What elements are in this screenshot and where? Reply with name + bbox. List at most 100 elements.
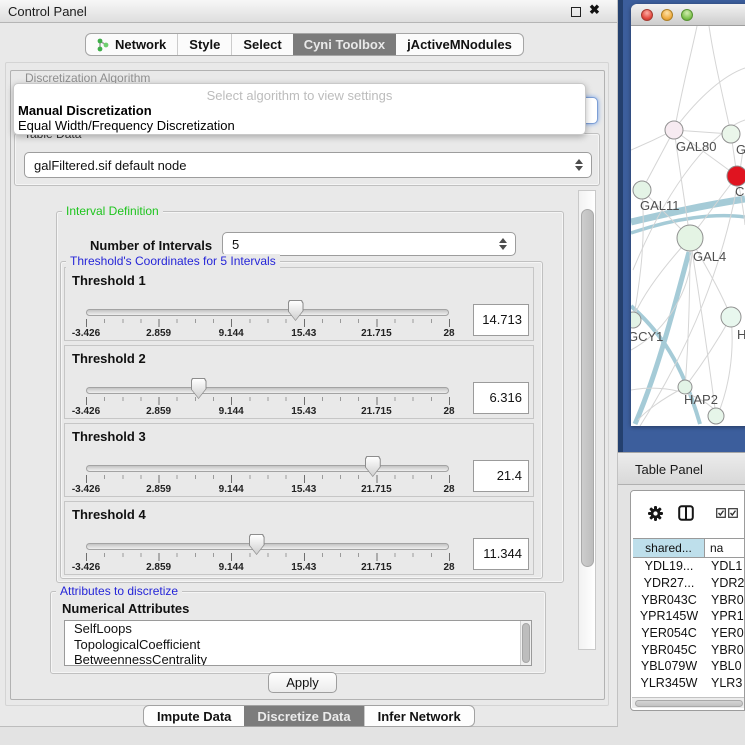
column-header-shared-name[interactable]: shared... (633, 539, 705, 557)
network-edge[interactable] (709, 26, 731, 134)
main-scrollbar-thumb[interactable] (581, 209, 594, 567)
table-hscrollbar-track[interactable] (632, 697, 744, 708)
network-node[interactable] (677, 225, 703, 251)
slider-major-ticks (86, 475, 450, 483)
threshold-value-field[interactable]: 11.344 (473, 538, 529, 570)
slider-tick-label: 21.715 (361, 484, 392, 495)
slider-tick-label: 21.715 (361, 562, 392, 573)
threshold-slider-thumb[interactable] (288, 300, 304, 321)
cell-name[interactable]: YPR1 (705, 608, 745, 625)
table-hscrollbar-thumb[interactable] (635, 700, 743, 707)
cell-shared-name[interactable]: YBL079W (633, 658, 705, 675)
network-edge[interactable] (718, 317, 732, 414)
network-edge[interactable] (676, 26, 697, 122)
numerical-attributes-list[interactable]: SelfLoops TopologicalCoefficient Between… (64, 620, 532, 666)
cell-shared-name[interactable]: YBR043C (633, 591, 705, 608)
cell-shared-name[interactable]: YLR345W (633, 675, 705, 688)
threshold-slider-thumb[interactable] (191, 378, 207, 399)
close-traffic-light-icon[interactable] (641, 9, 653, 21)
network-edge[interactable] (685, 317, 731, 387)
threshold-slider-track[interactable] (86, 543, 449, 550)
threshold-label: Threshold 3 (72, 429, 146, 444)
cell-shared-name[interactable]: YER054C (633, 625, 705, 642)
table-data-select[interactable]: galFiltered.sif default node (24, 152, 592, 178)
slider-tick-label: 15.43 (291, 406, 316, 417)
attributes-scrollbar-thumb[interactable] (522, 623, 530, 663)
popup-item-manual-discretization[interactable]: Manual Discretization (18, 103, 152, 118)
slider-major-ticks (86, 319, 450, 327)
popup-item-equal-width-frequency[interactable]: Equal Width/Frequency Discretization (18, 118, 235, 133)
table-row[interactable]: YBR045CYBR0 (633, 641, 745, 658)
table-row[interactable]: YER054CYER0 (633, 625, 745, 642)
zoom-traffic-light-icon[interactable] (681, 9, 693, 21)
checkboxes-icon[interactable] (716, 508, 738, 518)
threshold-label: Threshold 1 (72, 273, 146, 288)
cell-shared-name[interactable]: YDL19... (633, 558, 705, 575)
list-item[interactable]: BetweennessCentrality (65, 652, 531, 666)
network-node[interactable] (721, 307, 741, 327)
cell-shared-name[interactable]: YPR145W (633, 608, 705, 625)
network-node[interactable] (633, 181, 651, 199)
cell-name[interactable]: YDL1 (705, 558, 745, 575)
tab-select[interactable]: Select (231, 34, 292, 55)
cell-shared-name[interactable]: YBR045C (633, 641, 705, 658)
threshold-value-field[interactable]: 21.4 (473, 460, 529, 492)
network-node[interactable] (708, 408, 724, 424)
cell-name[interactable]: YLR3 (705, 675, 745, 688)
cell-name[interactable]: YDR2 (705, 575, 745, 592)
threshold-slider-track[interactable] (86, 309, 449, 316)
apply-button[interactable]: Apply (268, 672, 337, 693)
slider-tick-label: 2.859 (146, 328, 171, 339)
table-row[interactable]: YBR043CYBR0 (633, 591, 745, 608)
network-node-label: GAL11 (640, 198, 680, 213)
table-row[interactable]: YPR145WYPR1 (633, 608, 745, 625)
table-row[interactable]: YDR27...YDR2 (633, 575, 745, 592)
tab-jactivemnodules[interactable]: jActiveMNodules (396, 34, 523, 55)
cell-shared-name[interactable]: YDR27... (633, 575, 705, 592)
network-node[interactable] (727, 166, 745, 186)
slider-tick-label: 2.859 (146, 484, 171, 495)
table-row[interactable]: YBL079WYBL0 (633, 658, 745, 675)
network-graph: GAL80GACGAL11GAL4GCY1HHAP2 (631, 26, 745, 426)
control-panel-titlebar: Control Panel ✖ (0, 0, 617, 23)
cyni-bottom-tabs: Impute Data Discretize Data Infer Networ… (143, 705, 475, 727)
network-node[interactable] (665, 121, 683, 139)
threshold-slider-track[interactable] (86, 465, 449, 472)
cell-name[interactable]: YBL0 (705, 658, 745, 675)
slider-tick-label: 28 (443, 328, 454, 339)
network-window-titlebar (631, 4, 745, 26)
network-edge[interactable] (674, 68, 745, 130)
float-window-icon[interactable] (571, 7, 581, 17)
threshold-slider-track[interactable] (86, 387, 449, 394)
cell-name[interactable]: YBR0 (705, 641, 745, 658)
threshold-slider-thumb[interactable] (249, 534, 265, 555)
network-edge[interactable] (690, 238, 716, 416)
network-node[interactable] (722, 125, 740, 143)
network-canvas[interactable]: GAL80GACGAL11GAL4GCY1HHAP2 (631, 26, 745, 426)
threshold-value-field[interactable]: 14.713 (473, 304, 529, 336)
tab-infer-network[interactable]: Infer Network (364, 706, 474, 726)
screen: Control Panel ✖ Network Style Select Cyn… (0, 0, 745, 745)
gear-icon[interactable] (648, 506, 663, 521)
number-of-intervals-select[interactable]: 5 (222, 232, 516, 256)
tab-discretize-data[interactable]: Discretize Data (244, 706, 363, 726)
attributes-scrollbar-track[interactable] (520, 621, 531, 665)
columns-icon[interactable] (678, 505, 694, 521)
minimize-traffic-light-icon[interactable] (661, 9, 673, 21)
cell-name[interactable]: YBR0 (705, 591, 745, 608)
cell-name[interactable]: YER0 (705, 625, 745, 642)
column-header-name[interactable]: na (705, 539, 745, 557)
table-row[interactable]: YDL19...YDL1 (633, 558, 745, 575)
list-item[interactable]: TopologicalCoefficient (65, 637, 531, 653)
list-item[interactable]: SelfLoops (65, 621, 531, 637)
close-icon[interactable]: ✖ (589, 2, 600, 18)
tab-style[interactable]: Style (177, 34, 231, 55)
table-row[interactable]: YLR345WYLR3 (633, 675, 745, 688)
tab-cyni-toolbox[interactable]: Cyni Toolbox (293, 34, 396, 55)
tab-network[interactable]: Network (86, 34, 177, 55)
tab-impute-data[interactable]: Impute Data (144, 706, 244, 726)
network-edge[interactable] (642, 130, 674, 190)
threshold-slider-thumb[interactable] (365, 456, 381, 477)
main-scrollbar-track[interactable] (578, 190, 596, 650)
threshold-value-field[interactable]: 6.316 (473, 382, 529, 414)
